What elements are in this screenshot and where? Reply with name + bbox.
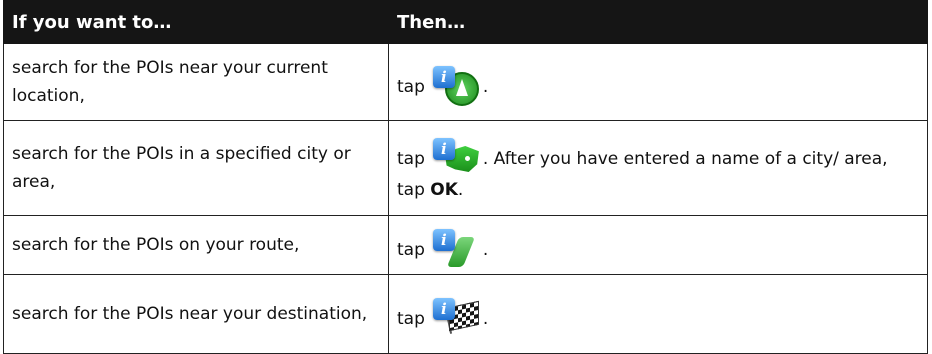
poi-near-destination-flag-icon: i	[432, 298, 479, 336]
condition-cell: search for the POIs in a specified city …	[3, 120, 389, 216]
action-suffix: .	[482, 309, 489, 329]
ok-label: OK	[430, 180, 458, 200]
table-row: search for the POIs on your route, tap i.	[3, 215, 928, 275]
action-suffix: .	[482, 240, 489, 260]
table-row: search for the POIs in a specified city …	[3, 120, 928, 216]
tap-text: tap	[397, 149, 425, 169]
condition-cell: search for the POIs on your route,	[3, 215, 389, 275]
column-header-if-you-want-to: If you want to…	[3, 0, 389, 44]
table-header-row: If you want to… Then…	[3, 0, 928, 44]
tap-text: tap	[397, 309, 425, 329]
action-end: .	[457, 180, 464, 200]
poi-on-route-icon: i	[432, 229, 479, 267]
tap-text: tap	[397, 77, 425, 97]
action-cell: tap i. After you have entered a name of a…	[388, 120, 928, 216]
tap-text: tap	[397, 240, 425, 260]
action-cell: tap i.	[388, 43, 928, 121]
action-suffix: .	[482, 77, 489, 97]
poi-search-table: If you want to… Then… search for the POI…	[3, 0, 928, 354]
column-header-then: Then…	[388, 0, 928, 44]
condition-cell: search for the POIs near your current lo…	[3, 43, 389, 121]
table-row: search for the POIs near your current lo…	[3, 43, 928, 121]
action-cell: tap i.	[388, 215, 928, 275]
action-cell: tap i.	[388, 274, 928, 354]
poi-near-current-location-icon: i	[432, 66, 479, 106]
table-row: search for the POIs near your destinatio…	[3, 274, 928, 354]
poi-in-city-map-icon: i	[432, 138, 479, 176]
condition-cell: search for the POIs near your destinatio…	[3, 274, 389, 354]
